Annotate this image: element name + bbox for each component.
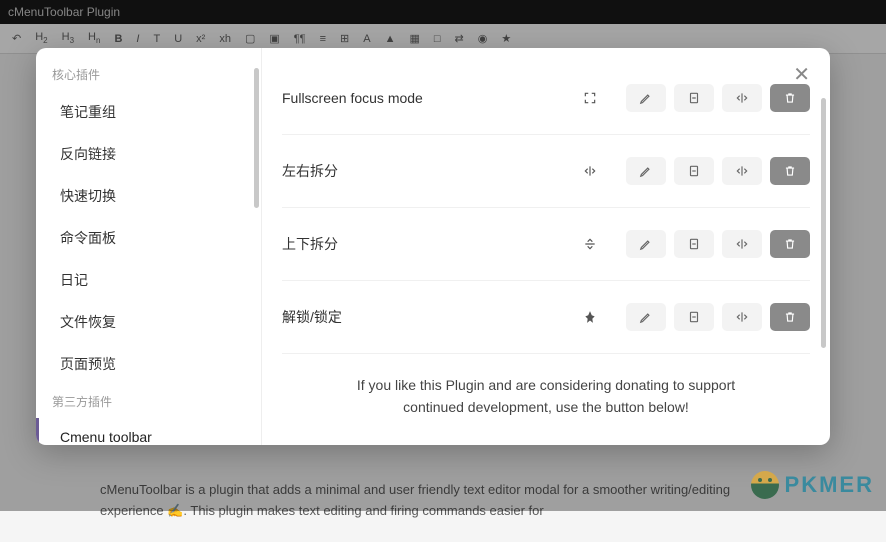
- pkmer-logo-icon: [751, 471, 779, 499]
- fullscreen-icon: [570, 84, 610, 112]
- sidebar-scrollbar[interactable]: [254, 68, 259, 208]
- setting-label: 解锁/锁定: [282, 307, 570, 327]
- close-button[interactable]: ✕: [793, 62, 810, 87]
- file-icon: [687, 91, 701, 105]
- setting-label: 左右拆分: [282, 161, 570, 181]
- file-button[interactable]: [674, 157, 714, 185]
- trash-icon: [783, 91, 797, 105]
- file-icon: [687, 164, 701, 178]
- drag-icon: [735, 164, 749, 178]
- setting-label: 上下拆分: [282, 234, 570, 254]
- sidebar-item-6[interactable]: 页面预览: [36, 343, 261, 385]
- edit-button[interactable]: [626, 230, 666, 258]
- close-icon: ✕: [793, 64, 810, 86]
- setting-row-2: 上下拆分: [282, 208, 810, 281]
- drag-icon: [735, 91, 749, 105]
- sidebar-third-item-0[interactable]: Cmenu toolbar: [36, 418, 261, 445]
- trash-icon: [783, 237, 797, 251]
- main-scrollbar[interactable]: [821, 98, 826, 348]
- drag-button[interactable]: [722, 84, 762, 112]
- edit-button[interactable]: [626, 303, 666, 331]
- pencil-icon: [639, 237, 653, 251]
- pencil-icon: [639, 91, 653, 105]
- pencil-icon: [639, 310, 653, 324]
- setting-actions: [626, 84, 810, 112]
- split-v-icon: [570, 230, 610, 258]
- sidebar-item-5[interactable]: 文件恢复: [36, 301, 261, 343]
- setting-actions: [626, 157, 810, 185]
- setting-actions: [626, 303, 810, 331]
- pkmer-watermark: PKMER: [751, 471, 874, 499]
- setting-actions: [626, 230, 810, 258]
- sidebar-section-third: 第三方插件: [36, 385, 261, 418]
- trash-icon: [783, 164, 797, 178]
- pencil-icon: [639, 164, 653, 178]
- split-h-icon: [570, 157, 610, 185]
- file-icon: [687, 237, 701, 251]
- file-button[interactable]: [674, 230, 714, 258]
- sidebar-item-2[interactable]: 快速切换: [36, 175, 261, 217]
- setting-row-1: 左右拆分: [282, 135, 810, 208]
- pkmer-text: PKMER: [785, 472, 874, 498]
- setting-label: Fullscreen focus mode: [282, 90, 570, 106]
- settings-sidebar: 核心插件 笔记重组反向链接快速切换命令面板日记文件恢复页面预览 第三方插件 Cm…: [36, 48, 262, 445]
- settings-main: ✕ Fullscreen focus mode 左右拆分 上下拆分 解锁/锁定: [262, 48, 830, 445]
- setting-row-3: 解锁/锁定: [282, 281, 810, 354]
- drag-button[interactable]: [722, 230, 762, 258]
- drag-button[interactable]: [722, 303, 762, 331]
- delete-button[interactable]: [770, 303, 810, 331]
- sidebar-item-0[interactable]: 笔记重组: [36, 91, 261, 133]
- edit-button[interactable]: [626, 157, 666, 185]
- pin-icon: [570, 303, 610, 331]
- sidebar-item-3[interactable]: 命令面板: [36, 217, 261, 259]
- delete-button[interactable]: [770, 84, 810, 112]
- sidebar-item-1[interactable]: 反向链接: [36, 133, 261, 175]
- settings-modal: 核心插件 笔记重组反向链接快速切换命令面板日记文件恢复页面预览 第三方插件 Cm…: [36, 48, 830, 445]
- file-icon: [687, 310, 701, 324]
- file-button[interactable]: [674, 303, 714, 331]
- file-button[interactable]: [674, 84, 714, 112]
- edit-button[interactable]: [626, 84, 666, 112]
- trash-icon: [783, 310, 797, 324]
- donate-message: If you like this Plugin and are consider…: [282, 354, 810, 419]
- sidebar-item-4[interactable]: 日记: [36, 259, 261, 301]
- drag-icon: [735, 237, 749, 251]
- setting-row-0: Fullscreen focus mode: [282, 62, 810, 135]
- delete-button[interactable]: [770, 230, 810, 258]
- sidebar-section-core: 核心插件: [36, 58, 261, 91]
- drag-icon: [735, 310, 749, 324]
- delete-button[interactable]: [770, 157, 810, 185]
- drag-button[interactable]: [722, 157, 762, 185]
